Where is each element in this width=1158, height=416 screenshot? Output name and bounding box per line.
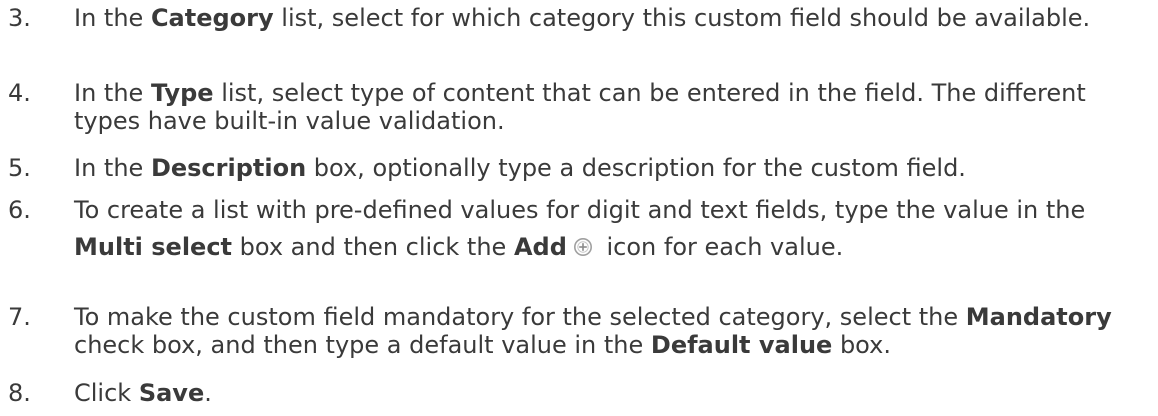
step-number: 4. bbox=[8, 79, 31, 107]
step-number: 6. bbox=[8, 196, 31, 224]
step-text: Click Save. bbox=[74, 379, 212, 407]
step-text: In the Type list, select type of content… bbox=[74, 79, 1086, 135]
step-text: In the Description box, optionally type … bbox=[74, 154, 966, 182]
ui-term-multi-select: Multi select bbox=[74, 233, 233, 261]
add-circle-icon bbox=[573, 231, 593, 256]
ui-term-type: Type bbox=[150, 79, 214, 107]
step-number: 8. bbox=[8, 379, 31, 407]
ui-term-add: Add bbox=[513, 233, 567, 261]
step-text: In the Category list, select for which c… bbox=[74, 4, 1091, 32]
step-text: To make the custom field mandatory for t… bbox=[74, 303, 1112, 359]
step-number: 3. bbox=[8, 4, 31, 32]
ui-term-save: Save bbox=[138, 379, 205, 407]
ui-term-category: Category bbox=[150, 4, 274, 32]
ui-term-mandatory: Mandatory bbox=[965, 303, 1112, 331]
step-number: 7. bbox=[8, 303, 31, 331]
ui-term-description: Description bbox=[150, 154, 307, 182]
ui-term-default-value: Default value bbox=[650, 331, 833, 359]
step-number: 5. bbox=[8, 154, 31, 182]
step-text: To create a list with pre-defined values… bbox=[74, 196, 1086, 261]
